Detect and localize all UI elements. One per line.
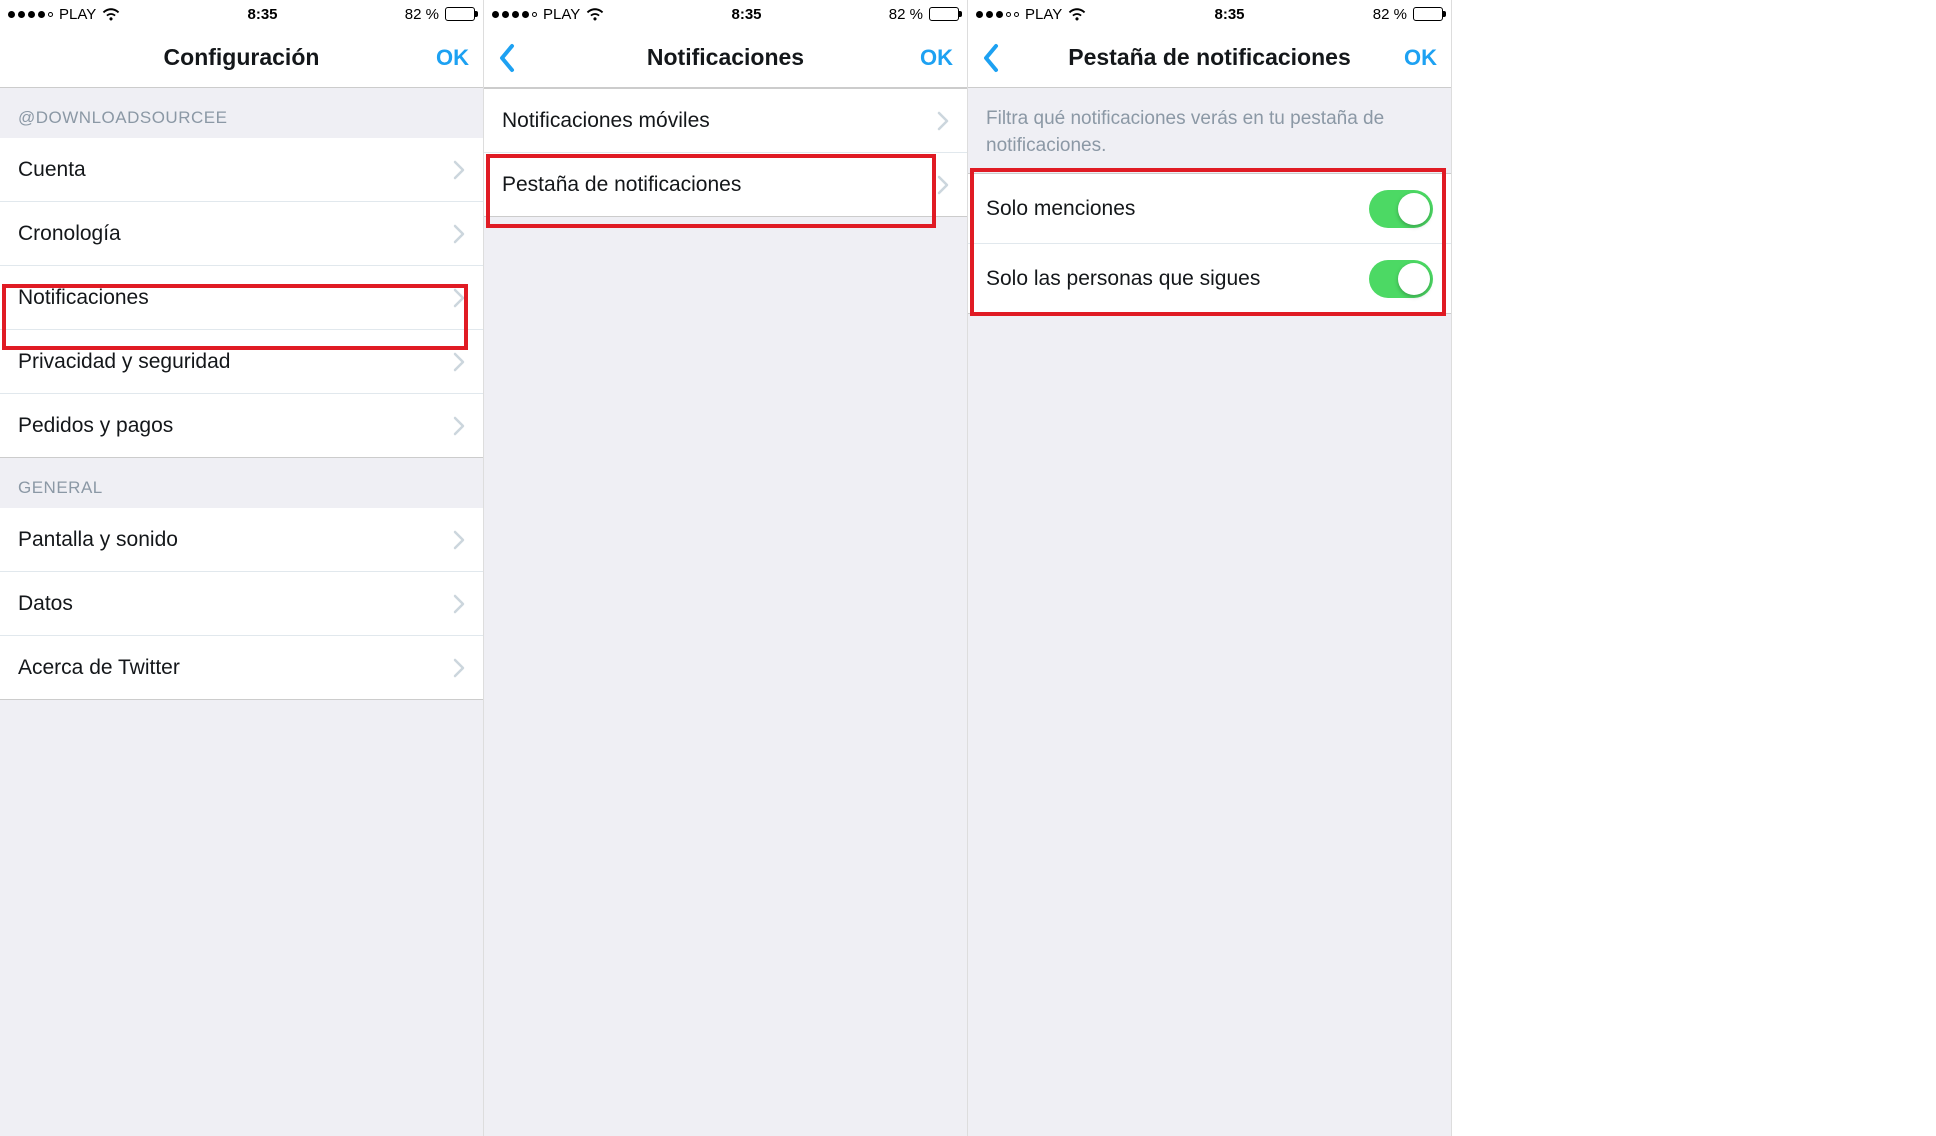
row-acerca[interactable]: Acerca de Twitter — [0, 636, 483, 700]
wifi-icon — [1068, 7, 1086, 21]
row-label: Pestaña de notificaciones — [502, 173, 741, 197]
ok-button[interactable]: OK — [920, 45, 953, 71]
nav-header: Pestaña de notificaciones OK — [968, 28, 1451, 88]
page-title: Pestaña de notificaciones — [968, 44, 1451, 71]
battery-percent: 82 % — [889, 6, 923, 23]
row-label: Pantalla y sonido — [18, 528, 178, 552]
row-label: Acerca de Twitter — [18, 656, 180, 680]
row-pedidos[interactable]: Pedidos y pagos — [0, 394, 483, 458]
page-title: Notificaciones — [484, 44, 967, 71]
battery-icon — [1413, 7, 1443, 21]
row-label: Notificaciones — [18, 286, 149, 310]
toggle-solo-menciones[interactable] — [1369, 190, 1433, 228]
list-toggles: Solo menciones Solo las personas que sig… — [968, 173, 1451, 314]
carrier-label: PLAY — [1025, 6, 1062, 23]
row-label: Solo las personas que sigues — [986, 267, 1260, 291]
wifi-icon — [102, 7, 120, 21]
row-label: Pedidos y pagos — [18, 414, 173, 438]
row-label: Cuenta — [18, 158, 86, 182]
clock: 8:35 — [732, 6, 762, 23]
battery-percent: 82 % — [405, 6, 439, 23]
row-privacidad[interactable]: Privacidad y seguridad — [0, 330, 483, 394]
clock: 8:35 — [1215, 6, 1245, 23]
chevron-right-icon — [453, 160, 465, 180]
battery-icon — [929, 7, 959, 21]
row-label: Privacidad y seguridad — [18, 350, 230, 374]
status-bar: PLAY 8:35 82 % — [484, 0, 967, 28]
wifi-icon — [586, 7, 604, 21]
row-solo-menciones: Solo menciones — [968, 174, 1451, 244]
page-title: Configuración — [0, 44, 483, 71]
battery-percent: 82 % — [1373, 6, 1407, 23]
carrier-label: PLAY — [59, 6, 96, 23]
row-solo-sigues: Solo las personas que sigues — [968, 244, 1451, 314]
row-cronologia[interactable]: Cronología — [0, 202, 483, 266]
screen-configuracion: PLAY 8:35 82 % Configuración OK @DOWNLOA… — [0, 0, 484, 1136]
row-pantalla[interactable]: Pantalla y sonido — [0, 508, 483, 572]
back-button[interactable] — [982, 43, 1000, 73]
clock: 8:35 — [248, 6, 278, 23]
chevron-right-icon — [453, 658, 465, 678]
row-pestana-notif[interactable]: Pestaña de notificaciones — [484, 153, 967, 217]
signal-dots — [976, 11, 1019, 18]
chevron-right-icon — [453, 530, 465, 550]
battery-icon — [445, 7, 475, 21]
row-notif-moviles[interactable]: Notificaciones móviles — [484, 89, 967, 153]
nav-header: Notificaciones OK — [484, 28, 967, 88]
row-notificaciones[interactable]: Notificaciones — [0, 266, 483, 330]
list-general-settings: Pantalla y sonido Datos Acerca de Twitte… — [0, 508, 483, 700]
list-user-settings: Cuenta Cronología Notificaciones Privaci… — [0, 138, 483, 458]
nav-header: Configuración OK — [0, 28, 483, 88]
status-bar: PLAY 8:35 82 % — [968, 0, 1451, 28]
filter-info-text: Filtra qué notificaciones verás en tu pe… — [968, 88, 1451, 173]
ok-button[interactable]: OK — [436, 45, 469, 71]
blank-area — [1452, 0, 1936, 1136]
row-datos[interactable]: Datos — [0, 572, 483, 636]
chevron-right-icon — [453, 224, 465, 244]
section-header-user: @DOWNLOADSOURCEE — [0, 88, 483, 138]
row-label: Cronología — [18, 222, 121, 246]
ok-button[interactable]: OK — [1404, 45, 1437, 71]
carrier-label: PLAY — [543, 6, 580, 23]
chevron-right-icon — [937, 175, 949, 195]
chevron-right-icon — [453, 594, 465, 614]
back-button[interactable] — [498, 43, 516, 73]
status-bar: PLAY 8:35 82 % — [0, 0, 483, 28]
row-label: Notificaciones móviles — [502, 109, 710, 133]
row-cuenta[interactable]: Cuenta — [0, 138, 483, 202]
row-label: Datos — [18, 592, 73, 616]
chevron-right-icon — [453, 416, 465, 436]
row-label: Solo menciones — [986, 197, 1135, 221]
signal-dots — [8, 11, 53, 18]
chevron-right-icon — [453, 288, 465, 308]
screen-pestana-notificaciones: PLAY 8:35 82 % Pestaña de notificaciones… — [968, 0, 1452, 1136]
list-notif-settings: Notificaciones móviles Pestaña de notifi… — [484, 88, 967, 217]
chevron-right-icon — [453, 352, 465, 372]
signal-dots — [492, 11, 537, 18]
chevron-right-icon — [937, 111, 949, 131]
section-header-general: GENERAL — [0, 458, 483, 508]
toggle-solo-sigues[interactable] — [1369, 260, 1433, 298]
screen-notificaciones: PLAY 8:35 82 % Notificaciones OK Notific… — [484, 0, 968, 1136]
